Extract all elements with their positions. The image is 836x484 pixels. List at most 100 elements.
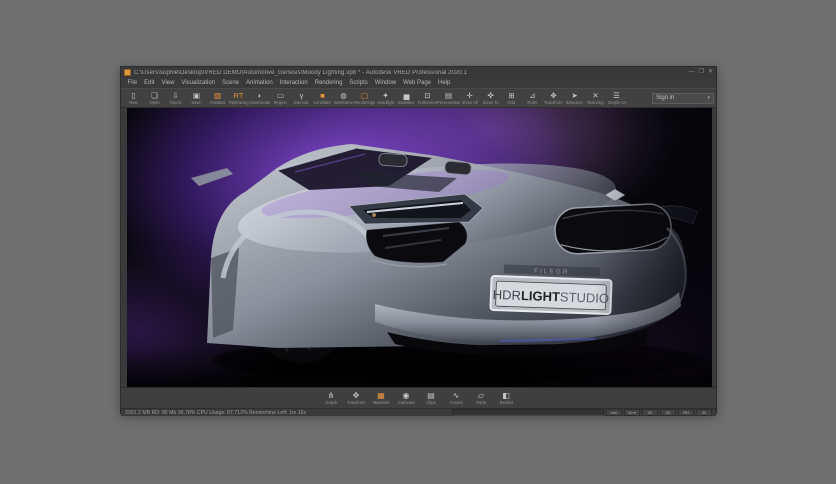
menu-item[interactable]: Rendering <box>311 80 346 86</box>
toolbar-button[interactable]: ■ Lensflare <box>312 89 333 107</box>
quick-access-bar: ⋔ Graph ✥ Transform ▦ Materials ◉ Camera… <box>121 387 716 408</box>
status-field-group: mm 60 ▾ 30 45 RH 30 <box>606 409 712 416</box>
module-button-icon: ▱ <box>477 391 485 400</box>
toolbar-button[interactable]: ✜ Zoom To <box>480 89 501 107</box>
toolbar-button[interactable]: ▢ Renderings <box>354 89 375 107</box>
toolbar-button-label: Wireframe <box>333 100 354 105</box>
menu-item[interactable]: Web Page <box>400 80 435 86</box>
toolbar-button-label: Raytracing <box>228 100 249 105</box>
toolbar-button[interactable]: ⊡ Fullscreen <box>417 89 438 107</box>
module-button[interactable]: ▦ Materials <box>370 391 393 405</box>
toolbar-button-icon: ▢ <box>360 91 369 100</box>
toolbar-button-icon: ✜ <box>487 91 494 100</box>
toolbar-button[interactable]: ❏ Open <box>144 89 165 107</box>
toolbar-button[interactable]: ➤ Selection <box>564 89 585 107</box>
status-fields: mm 60 ▾ 30 45 RH 30 <box>452 409 712 416</box>
close-button[interactable]: ✕ <box>708 69 713 76</box>
toolbar-button[interactable]: ✛ Show All <box>459 89 480 107</box>
toolbar-button[interactable]: ▣ Save <box>186 89 207 107</box>
status-field[interactable]: mm <box>606 409 622 416</box>
toolbar-button-icon: ▭ <box>276 91 285 100</box>
module-button-label: Clips <box>426 400 436 405</box>
toolbar-button-label: Save <box>191 100 202 105</box>
status-field[interactable]: 60 ▾ <box>624 409 640 416</box>
menu-item[interactable]: Edit <box>141 80 158 86</box>
toolbar-button-icon: ✥ <box>550 91 557 100</box>
status-field[interactable]: 30 <box>642 409 658 416</box>
toolbar-button[interactable]: ▯ New <box>123 89 144 107</box>
chevron-down-icon: ▾ <box>707 95 710 101</box>
roll-hoop-right <box>444 160 472 176</box>
toolbar-button-icon: ✛ <box>466 91 473 100</box>
menu-item[interactable]: Window <box>371 80 399 86</box>
toolbar-button[interactable]: ▤ Presentation <box>437 89 460 107</box>
toolbar-button[interactable]: ⊿ Ruler <box>522 89 543 107</box>
module-button-icon: ⋔ <box>327 391 335 400</box>
module-button[interactable]: ◧ Render <box>495 391 518 405</box>
side-mirror <box>191 168 233 186</box>
module-button[interactable]: ◉ Cameras <box>395 391 418 405</box>
menu-item[interactable]: Scene <box>219 80 243 86</box>
menu-item[interactable]: Visualization <box>178 80 219 86</box>
menu-item[interactable]: File <box>124 80 141 86</box>
module-button[interactable]: ✥ Transform <box>345 391 368 405</box>
toolbar-button[interactable]: ◗ Downscale <box>249 89 270 107</box>
toolbar-button[interactable]: ▭ Region <box>270 89 291 107</box>
toolbar-button-icon: ◗ <box>257 91 262 100</box>
module-button[interactable]: ⋔ Graph <box>320 391 343 405</box>
toolbar-buttons: ▯ New ❏ Open ⇩ Import ▣ Save ▨ Antialias… <box>123 89 652 107</box>
module-button[interactable]: ▱ Parts <box>470 391 493 405</box>
toolbar-button-label: Statistics <box>398 100 415 105</box>
toolbar-button[interactable]: γ Gamma <box>291 89 312 107</box>
toolbar-button-icon: RT <box>233 91 244 100</box>
toolbar-button-label: Import <box>169 100 182 105</box>
menu-item[interactable]: Help <box>435 80 454 86</box>
minimize-button[interactable]: — <box>689 69 695 76</box>
module-button-icon: ◧ <box>502 391 510 400</box>
toolbar-button-label: Fullscreen <box>417 100 438 105</box>
maximize-button[interactable]: ❐ <box>699 69 704 76</box>
toolbar-button-icon: ■ <box>320 91 325 100</box>
toolbar-button-label: Gamma <box>294 100 309 105</box>
module-button[interactable]: ▤ Clips <box>420 391 443 405</box>
module-button-icon: ✥ <box>352 391 360 400</box>
toolbar-button[interactable]: ⇩ Import <box>165 89 186 107</box>
toolbar-button[interactable]: ☰ Simple UI <box>606 89 627 107</box>
module-button[interactable]: ∿ Curves <box>445 391 468 405</box>
toolbar-button[interactable]: ▨ Antialias <box>207 89 228 107</box>
title-bar[interactable]: C:\Users\sophie\Desktop\VRED DEMO\Automo… <box>121 67 716 78</box>
window-controls: — ❐ ✕ <box>689 69 713 76</box>
window-title: C:\Users\sophie\Desktop\VRED DEMO\Automo… <box>134 69 468 76</box>
toolbar-button[interactable]: ✦ Headlight <box>375 89 396 107</box>
toolbar-button[interactable]: RT Raytracing <box>228 89 249 107</box>
toolbar-button-label: Selection <box>565 100 584 105</box>
module-button-label: Graph <box>325 400 337 405</box>
toolbar-button-label: Lensflare <box>313 100 332 105</box>
bottom-fade <box>127 346 712 387</box>
toolbar-button-label: Renderings <box>353 100 376 105</box>
sign-in-dropdown[interactable]: Sign in ▾ <box>652 92 714 104</box>
menu-item[interactable]: Scripts <box>346 80 371 86</box>
right-fade <box>595 108 712 387</box>
toolbar-button[interactable]: ✥ Transform <box>543 89 564 107</box>
camera-field[interactable] <box>452 409 604 416</box>
toolbar-button[interactable]: ◍ Wireframe <box>333 89 354 107</box>
menu-item[interactable]: View <box>158 80 178 86</box>
toolbar-button-label: Show All <box>461 100 478 105</box>
status-field[interactable]: 30 <box>696 409 712 416</box>
status-field[interactable]: 45 <box>660 409 676 416</box>
toolbar-button-label: Transform <box>544 100 563 105</box>
status-field[interactable]: RH <box>678 409 694 416</box>
toolbar-button-icon: ⊡ <box>424 91 431 100</box>
toolbar-button-label: Zoom To <box>482 100 499 105</box>
toolbar-button[interactable]: ▅ Statistics <box>396 89 417 107</box>
toolbar-button-label: New <box>129 100 138 105</box>
menu-item[interactable]: Interaction <box>276 80 311 86</box>
toolbar-button-icon: ⊿ <box>529 91 536 100</box>
toolbar-button[interactable]: ✕ Texturing <box>585 89 606 107</box>
sign-in-label: Sign in <box>656 95 675 101</box>
toolbar-button-label: Ruler <box>527 100 538 105</box>
menu-item[interactable]: Animation <box>243 80 277 86</box>
toolbar-button[interactable]: ⊞ Grid <box>501 89 522 107</box>
render-viewport[interactable]: FILEGR HDRLIGHTSTUDIO <box>127 108 712 387</box>
